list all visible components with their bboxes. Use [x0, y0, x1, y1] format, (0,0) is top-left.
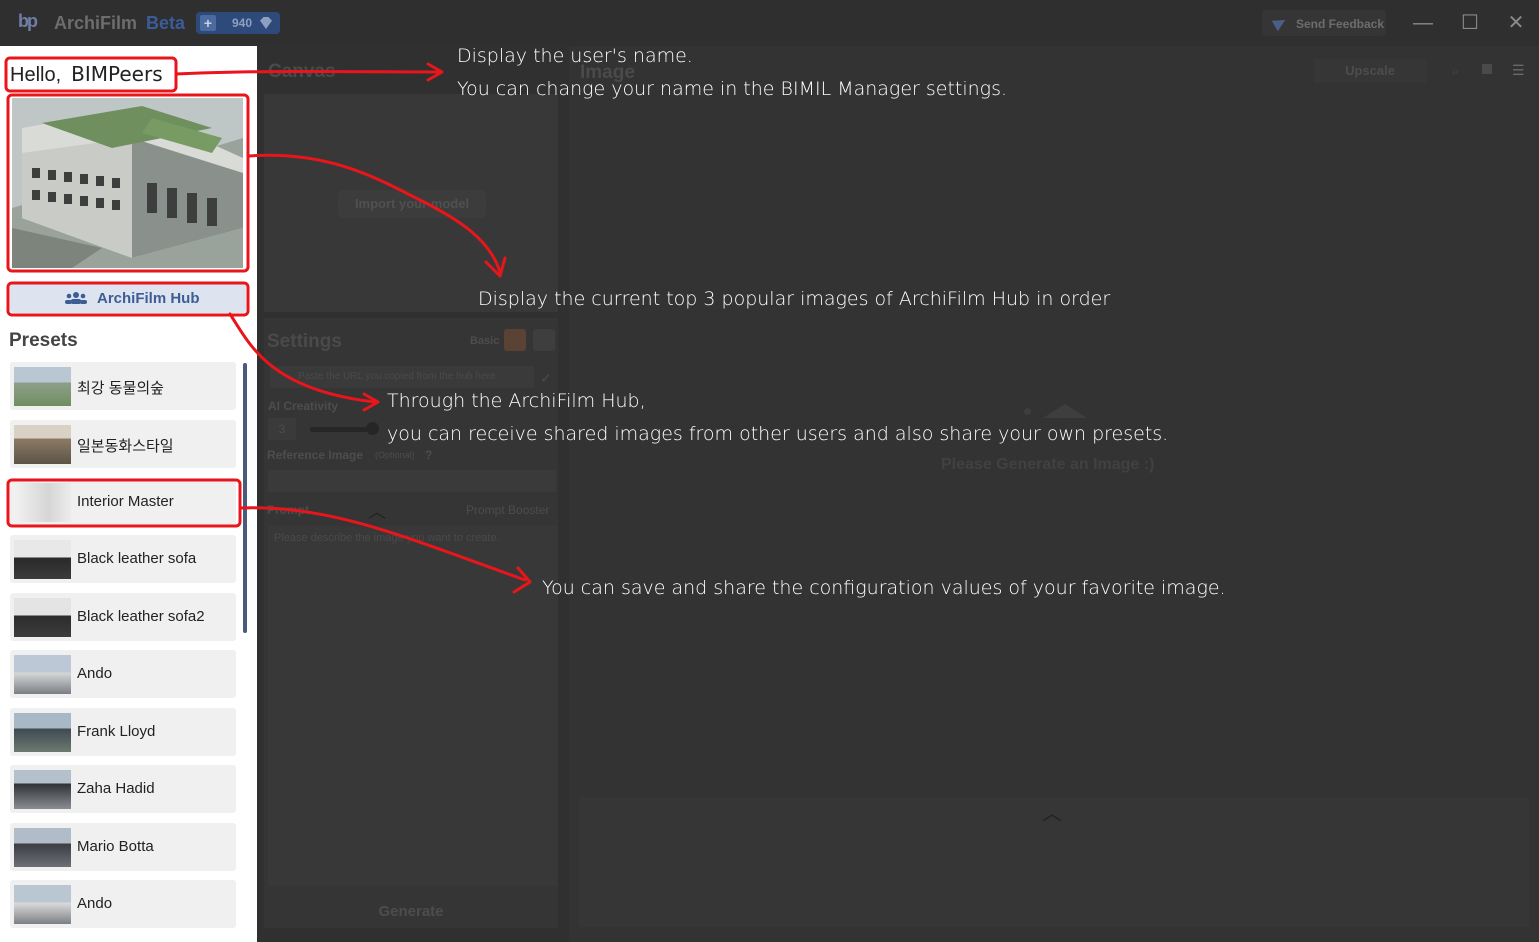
annotation-username-line2: You can change your name in the BIMIL Ma… — [457, 78, 1008, 100]
annotation-hub-images: Display the current top 3 popular images… — [478, 288, 1111, 310]
arrow-username — [174, 70, 440, 76]
highlight-preset — [6, 478, 242, 528]
arrow-hub-button — [228, 312, 377, 404]
annotation-presets: You can save and share the configuration… — [542, 577, 1226, 599]
highlight-hub-image — [6, 93, 250, 273]
annotation-username-line1: Display the user's name. — [457, 45, 693, 67]
annotation-hub-line1: Through the ArchiFilm Hub, — [387, 390, 646, 412]
highlight-hub-button — [6, 281, 250, 317]
annotation-hub-line2: you can receive shared images from other… — [387, 423, 1169, 445]
annotation-overlay — [4, 56, 532, 594]
arrow-hub-image — [246, 153, 502, 274]
highlight-username — [4, 56, 178, 93]
arrow-preset — [238, 506, 527, 582]
